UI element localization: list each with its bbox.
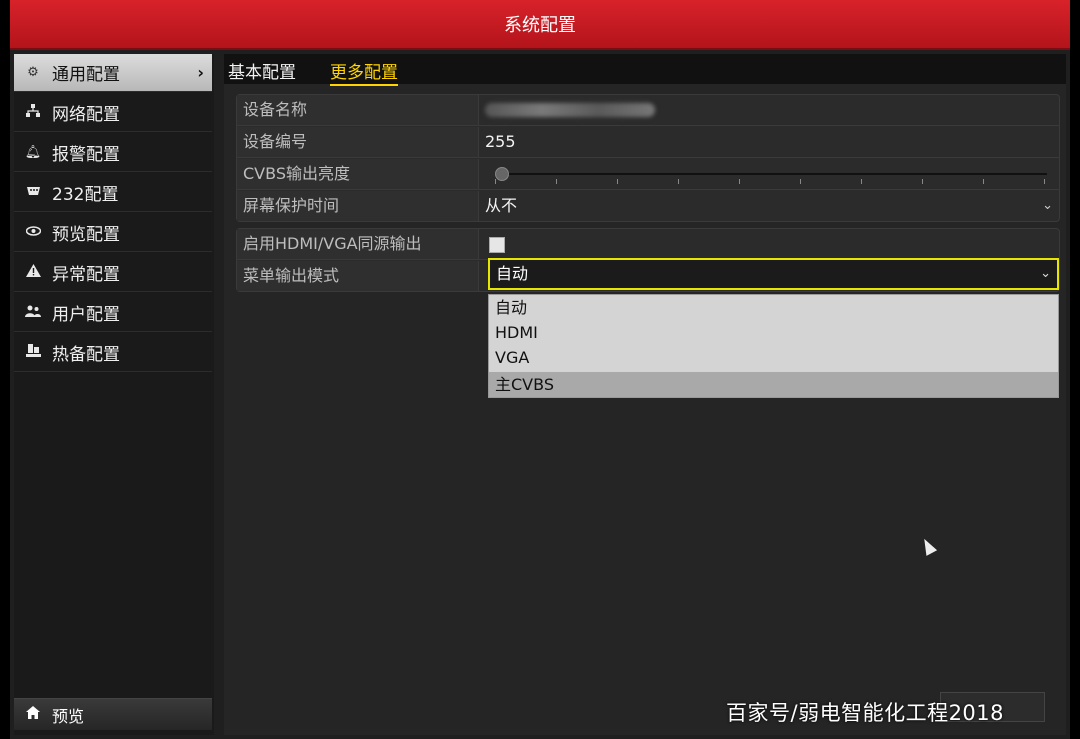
sidebar-item-exception[interactable]: 异常配置: [14, 254, 212, 292]
hdmi-vga-same-source-label: 启用HDMI/VGA同源输出: [237, 229, 479, 259]
cvbs-brightness-label: CVBS输出亮度: [237, 159, 479, 189]
warning-icon: [24, 264, 42, 281]
window-title: 系统配置: [10, 0, 1070, 50]
home-icon: [24, 706, 42, 723]
slider-tick: [1044, 179, 1045, 184]
slider-track: [495, 173, 1047, 175]
option-vga[interactable]: VGA: [489, 345, 1058, 370]
sidebar-item-preview[interactable]: 预览配置: [14, 214, 212, 252]
eye-icon: [24, 225, 42, 240]
watermark: 百家号/弱电智能化工程2018: [726, 701, 1005, 725]
slider-knob[interactable]: [495, 167, 509, 181]
preview-button[interactable]: 预览: [14, 698, 212, 730]
sidebar-item-label: 预览配置: [52, 225, 120, 245]
slider-tick: [495, 179, 496, 184]
row-device-name: 设备名称: [237, 95, 1059, 126]
alarm-bell-icon: 🔔︎: [24, 145, 42, 160]
sidebar-item-hot-spare[interactable]: 热备配置: [14, 334, 212, 372]
screen-saver-select[interactable]: 从不 ⌄: [479, 191, 1059, 221]
chevron-down-icon: ⌄: [1042, 198, 1053, 213]
sidebar-item-label: 网络配置: [52, 105, 120, 125]
row-hdmi-vga-same-source: 启用HDMI/VGA同源输出: [237, 229, 1059, 260]
slider-tick: [861, 179, 862, 184]
menu-output-mode-dropdown: 自动 HDMI VGA 主CVBS: [488, 294, 1059, 398]
sidebar-item-232[interactable]: 232配置: [14, 174, 212, 212]
menu-output-mode-value: 自动: [496, 264, 529, 283]
blurred-value: [485, 103, 655, 117]
tab-basic-config[interactable]: 基本配置: [228, 58, 296, 83]
menu-output-mode-label: 菜单输出模式: [237, 261, 479, 291]
sidebar-item-label: 报警配置: [52, 145, 120, 165]
sidebar-item-users[interactable]: 用户配置: [14, 294, 212, 332]
sidebar: ⚙ 通用配置 › 网络配置 🔔︎ 报警配置 232配置 预览配置 异常配置 用户…: [14, 54, 214, 735]
sidebar-item-label: 热备配置: [52, 345, 120, 365]
chevron-right-icon: ›: [197, 63, 204, 82]
sidebar-item-label: 通用配置: [52, 65, 120, 85]
tab-more-config[interactable]: 更多配置: [330, 58, 398, 86]
menu-output-mode-select[interactable]: 自动 ⌄: [488, 258, 1059, 290]
sidebar-item-alarm[interactable]: 🔔︎ 报警配置: [14, 134, 212, 172]
option-main-cvbs[interactable]: 主CVBS: [489, 372, 1058, 397]
sidebar-item-label: 用户配置: [52, 305, 120, 325]
network-icon: [24, 104, 42, 121]
slider-tick: [617, 179, 618, 184]
slider-tick: [983, 179, 984, 184]
hot-spare-icon: [24, 343, 42, 362]
screen-saver-label: 屏幕保护时间: [237, 191, 479, 221]
cvbs-brightness-slider[interactable]: [495, 167, 1047, 184]
slider-tick: [800, 179, 801, 184]
screen-saver-value: 从不: [485, 196, 518, 215]
device-name-label: 设备名称: [237, 95, 479, 125]
slider-tick: [556, 179, 557, 184]
main-panel: 基本配置 更多配置 设备名称 设备编号 255 CVBS输出亮度 屏幕保护时间 …: [224, 54, 1066, 735]
sidebar-item-general[interactable]: ⚙ 通用配置 ›: [14, 54, 212, 92]
sidebar-item-network[interactable]: 网络配置: [14, 94, 212, 132]
row-screen-saver: 屏幕保护时间 从不 ⌄: [237, 191, 1059, 222]
users-icon: [24, 305, 42, 321]
device-number-field[interactable]: 255: [485, 127, 516, 157]
slider-tick: [678, 179, 679, 184]
gear-icon: ⚙: [27, 65, 39, 80]
sidebar-item-label: 异常配置: [52, 265, 120, 285]
slider-tick: [739, 179, 740, 184]
device-number-label: 设备编号: [237, 127, 479, 157]
option-auto[interactable]: 自动: [489, 295, 1058, 320]
row-device-number: 设备编号 255: [237, 127, 1059, 158]
sidebar-item-label: 232配置: [52, 185, 119, 205]
tab-bar: 基本配置 更多配置: [224, 54, 1066, 86]
row-cvbs-brightness: CVBS输出亮度: [237, 159, 1059, 190]
system-config-window: 系统配置 ⚙ 通用配置 › 网络配置 🔔︎ 报警配置 232配置 预览配置 异常…: [10, 0, 1070, 739]
slider-tick: [922, 179, 923, 184]
settings-group-1: 设备名称 设备编号 255 CVBS输出亮度 屏幕保护时间 从不 ⌄: [236, 94, 1060, 222]
option-hdmi[interactable]: HDMI: [489, 320, 1058, 345]
chevron-down-icon: ⌄: [1040, 266, 1051, 281]
preview-button-label: 预览: [52, 706, 85, 726]
hdmi-vga-same-source-checkbox[interactable]: [489, 237, 505, 253]
serial-port-icon: [24, 185, 42, 201]
device-name-field[interactable]: [485, 95, 655, 125]
